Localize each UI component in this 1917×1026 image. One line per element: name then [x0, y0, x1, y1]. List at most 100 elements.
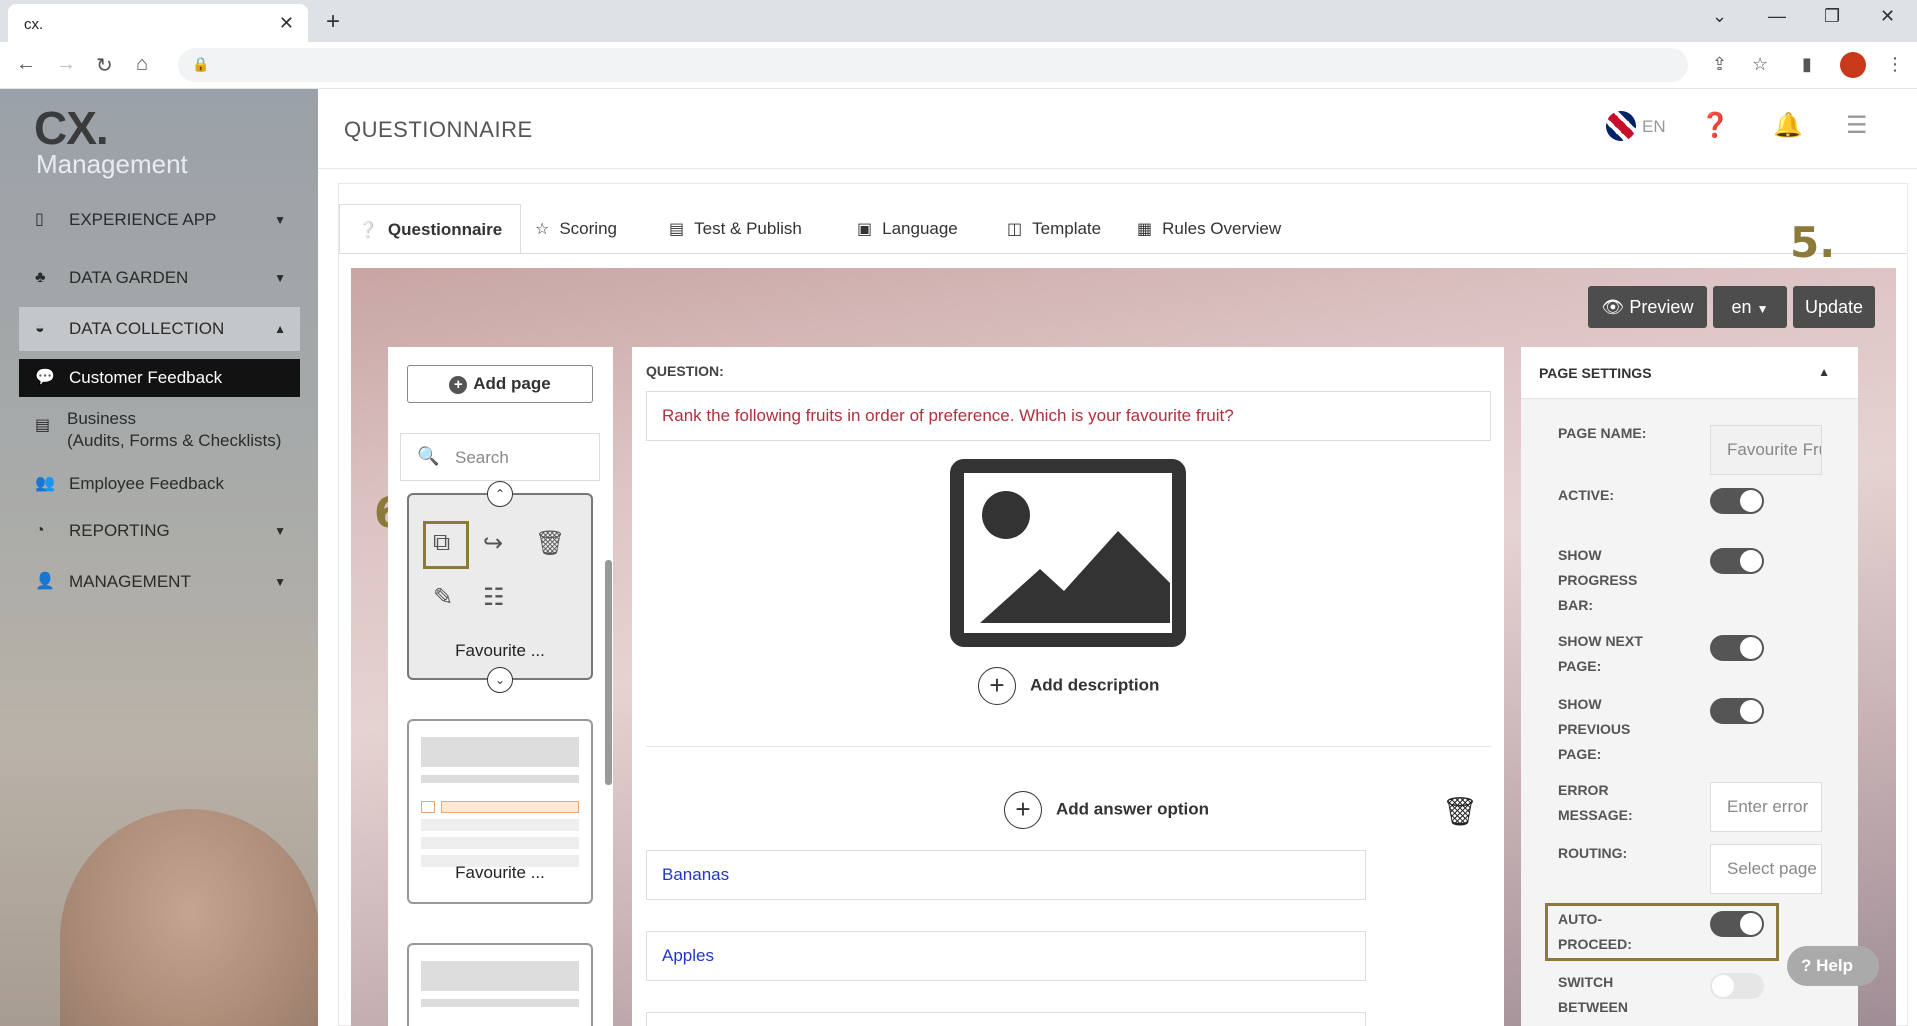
add-page-button[interactable]: + Add page	[407, 365, 593, 403]
show-next-page-toggle[interactable]	[1710, 635, 1764, 661]
page-list-scrollbar[interactable]	[605, 560, 612, 785]
reload-icon[interactable]: ↻	[96, 53, 113, 78]
delete-answers-trash-icon[interactable]: 🗑	[1442, 795, 1478, 828]
page-settings-title: PAGE SETTINGS	[1539, 365, 1652, 381]
minimize-icon[interactable]: —	[1768, 6, 1786, 27]
add-answer-option-label: Add answer option	[1056, 799, 1209, 819]
nav-label: REPORTING	[69, 521, 170, 540]
nav-data-collection[interactable]: ◒ DATA COLLECTION ▲	[19, 307, 300, 351]
page-card[interactable]	[407, 943, 593, 1026]
active-label: ACTIVE:	[1558, 487, 1614, 503]
page-title: QUESTIONNAIRE	[344, 117, 533, 142]
answer-option-input[interactable]: Apples	[646, 931, 1366, 981]
page-settings-panel: PAGE SETTINGS ▲ PAGE NAME: Favourite Fru…	[1521, 347, 1858, 1026]
page-card-label: Favourite ...	[455, 641, 545, 660]
help-circle-icon[interactable]: ❓	[1700, 111, 1730, 140]
side-panel-icon[interactable]: ▮	[1802, 54, 1812, 75]
columns-icon: ◫	[1007, 221, 1023, 238]
chevron-down-icon[interactable]: ⌄	[487, 667, 513, 693]
add-answer-option-button[interactable]: + Add answer option	[1004, 791, 1209, 829]
page-card[interactable]: Favourite ...	[407, 719, 593, 904]
window-close-icon[interactable]: ✕	[1880, 6, 1895, 27]
active-toggle[interactable]	[1710, 488, 1764, 514]
nav-reporting[interactable]: ◔ REPORTING ▼	[19, 509, 300, 553]
caret-down-icon: ▼	[274, 213, 286, 227]
add-description-button[interactable]: + Add description	[978, 667, 1159, 705]
nav-label: EXPERIENCE APP	[69, 210, 217, 229]
preview-button[interactable]: 👁 Preview	[1588, 286, 1707, 328]
routing-select[interactable]: Select page	[1710, 844, 1822, 894]
tab-test-publish[interactable]: ▤ Test & Publish	[651, 204, 820, 254]
page-card-selected[interactable]: ⌃ ⧉ ↪ 🗑 ✎ ☷ Favourite ... ⌄	[407, 481, 593, 693]
share-icon[interactable]: ⇪	[1712, 54, 1727, 75]
image-placeholder-icon[interactable]	[950, 459, 1186, 647]
page-name-input[interactable]: Favourite Fruit	[1710, 425, 1822, 475]
tab-rules-overview[interactable]: ▦ Rules Overview	[1119, 204, 1299, 254]
address-bar[interactable]: 🔒	[178, 48, 1688, 82]
tab-label: Scoring	[559, 219, 617, 238]
thumbnail-line	[421, 837, 579, 849]
question-panel: QUESTION: Rank the following fruits in o…	[632, 347, 1504, 1026]
list-menu-icon[interactable]: ☰	[1846, 111, 1868, 140]
tab-strip: cx. ✕ + ⌄ — ❐ ✕	[0, 0, 1917, 42]
search-placeholder: Search	[455, 448, 509, 467]
nav-employee-feedback[interactable]: 👥 Employee Feedback	[19, 462, 300, 506]
forward-icon[interactable]: →	[56, 53, 76, 76]
page-search-input[interactable]: 🔍 Search	[400, 433, 600, 481]
share-icon[interactable]: ↪	[483, 529, 503, 558]
answer-option-input[interactable]	[646, 1012, 1366, 1026]
bookmark-star-icon[interactable]: ☆	[1752, 54, 1768, 75]
new-tab-icon[interactable]: +	[326, 8, 340, 36]
home-icon[interactable]: ⌂	[136, 53, 148, 76]
tab-language[interactable]: ▣ Language	[839, 204, 976, 254]
page-settings-body: PAGE NAME: Favourite Fruit ACTIVE: SHOW …	[1521, 399, 1858, 1026]
tab-template[interactable]: ◫ Template	[989, 204, 1119, 254]
show-previous-page-toggle[interactable]	[1710, 698, 1764, 724]
switch-between-toggle[interactable]	[1710, 973, 1764, 999]
edit-icon[interactable]: ✎	[433, 583, 453, 612]
nav-business[interactable]: ▤ Business (Audits, Forms & Checklists)	[19, 403, 300, 455]
back-icon[interactable]: ←	[16, 53, 36, 76]
close-tab-icon[interactable]: ✕	[279, 13, 294, 34]
copy-icon[interactable]: ⧉	[433, 529, 450, 557]
tab-questionnaire[interactable]: ❔ Questionnaire	[339, 204, 522, 254]
show-progress-bar-toggle[interactable]	[1710, 548, 1764, 574]
page-settings-header[interactable]: PAGE SETTINGS ▲	[1521, 347, 1858, 399]
trash-icon[interactable]: 🗑	[535, 529, 565, 558]
language-code[interactable]: EN	[1642, 117, 1666, 137]
nav-label: MANAGEMENT	[69, 572, 191, 591]
briefcase-icon: ▤	[35, 417, 51, 434]
background-portrait	[60, 809, 318, 1026]
chevron-up-icon[interactable]: ⌃	[487, 481, 513, 507]
question-text-input[interactable]: Rank the following fruits in order of pr…	[646, 391, 1491, 441]
caret-down-icon: ▼	[1756, 302, 1769, 316]
clipboard-icon: ▦	[1137, 221, 1153, 238]
page-list-panel: + Add page 🔍 Search ⌃ ⧉ ↪ 🗑 ✎ ☷ Favourite…	[388, 347, 613, 1026]
restore-icon[interactable]: ❐	[1824, 6, 1840, 27]
profile-avatar[interactable]	[1840, 52, 1866, 78]
tab-scoring[interactable]: ☆ Scoring	[517, 204, 635, 254]
tab-search-icon[interactable]: ⌄	[1712, 6, 1727, 27]
nav-customer-feedback[interactable]: 💬 Customer Feedback	[19, 359, 300, 397]
tab-label: Test & Publish	[694, 219, 802, 238]
browser-menu-icon[interactable]: ⋮	[1886, 54, 1904, 75]
browser-tab[interactable]: cx. ✕	[8, 4, 308, 42]
preview-label: Preview	[1629, 297, 1694, 317]
step-annotation-5: 5.	[1790, 218, 1836, 267]
show-previous-page-label: SHOW PREVIOUS PAGE:	[1558, 696, 1631, 762]
language-select-value: en	[1731, 297, 1752, 317]
auto-proceed-toggle[interactable]	[1710, 911, 1764, 937]
uk-flag-icon[interactable]	[1606, 111, 1636, 141]
thumbnail-line-highlight	[441, 801, 579, 813]
nav-data-garden[interactable]: ♣ DATA GARDEN ▼	[19, 256, 300, 300]
help-button[interactable]: ? Help	[1787, 946, 1879, 986]
error-message-input[interactable]: Enter error	[1710, 782, 1822, 832]
app-header: QUESTIONNAIRE EN ❓ 🔔 ☰	[318, 89, 1917, 169]
update-button[interactable]: Update	[1793, 286, 1875, 328]
nav-experience-app[interactable]: ▯ EXPERIENCE APP ▼	[19, 198, 300, 242]
answer-option-input[interactable]: Bananas	[646, 850, 1366, 900]
bell-icon[interactable]: 🔔	[1773, 111, 1803, 140]
page-settings-icon[interactable]: ☷	[483, 583, 505, 612]
nav-management[interactable]: 👤 MANAGEMENT ▼	[19, 560, 300, 604]
language-select[interactable]: en ▼	[1713, 286, 1787, 328]
